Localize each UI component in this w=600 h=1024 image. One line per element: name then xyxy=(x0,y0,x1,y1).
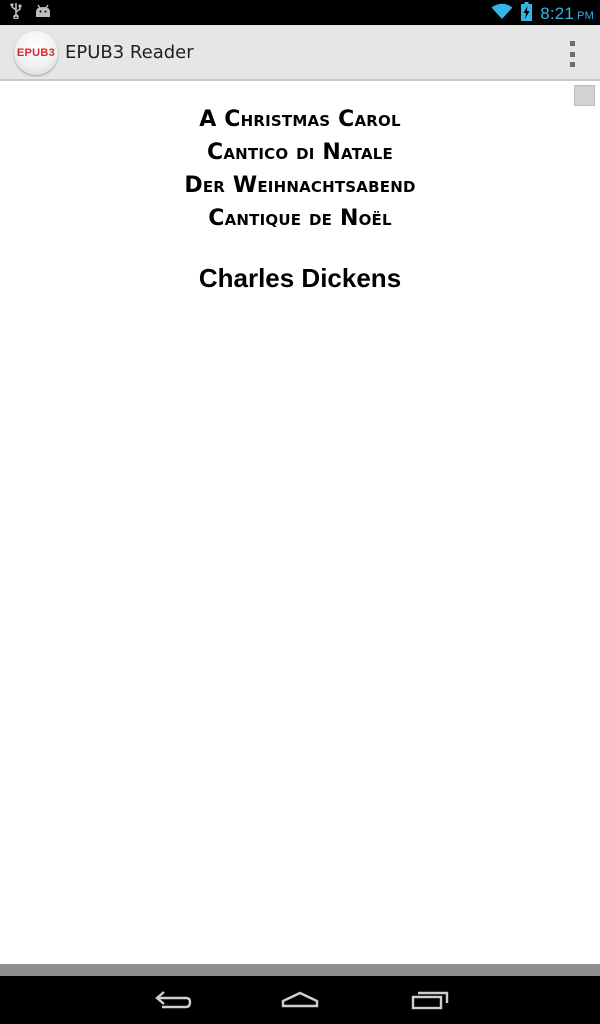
recent-apps-icon[interactable] xyxy=(406,986,454,1014)
book-title-german: Der Weihnachtsabend xyxy=(184,173,416,198)
app-title: EPUB3 Reader xyxy=(65,42,194,63)
clock-ampm: PM xyxy=(577,10,594,22)
status-time: 8:21 PM xyxy=(540,4,594,24)
home-icon[interactable] xyxy=(276,986,324,1014)
book-title-french: Cantique de Noël xyxy=(208,206,392,231)
wifi-icon xyxy=(491,3,513,25)
action-bar: EPUB3 EPUB3 Reader xyxy=(0,25,600,81)
android-debug-icon xyxy=(34,4,52,23)
book-author: Charles Dickens xyxy=(198,263,402,293)
bottom-divider xyxy=(0,964,600,976)
back-icon[interactable] xyxy=(148,986,196,1014)
status-bar: 8:21 PM xyxy=(0,0,600,25)
book-title-italian: Cantico di Natale xyxy=(207,140,393,165)
book-titles: A Christmas Carol Cantico di Natale Der … xyxy=(0,103,600,235)
overflow-menu-icon[interactable] xyxy=(566,41,578,67)
notification-icons xyxy=(10,3,52,24)
system-icons: 8:21 PM xyxy=(491,2,594,26)
clock-time: 8:21 xyxy=(540,4,575,23)
usb-icon xyxy=(10,3,22,24)
navigation-bar xyxy=(0,976,600,1024)
book-title-english: A Christmas Carol xyxy=(199,107,401,132)
battery-charging-icon xyxy=(521,2,533,26)
app-logo[interactable]: EPUB3 xyxy=(14,31,58,75)
app-logo-text: EPUB3 xyxy=(16,47,56,59)
